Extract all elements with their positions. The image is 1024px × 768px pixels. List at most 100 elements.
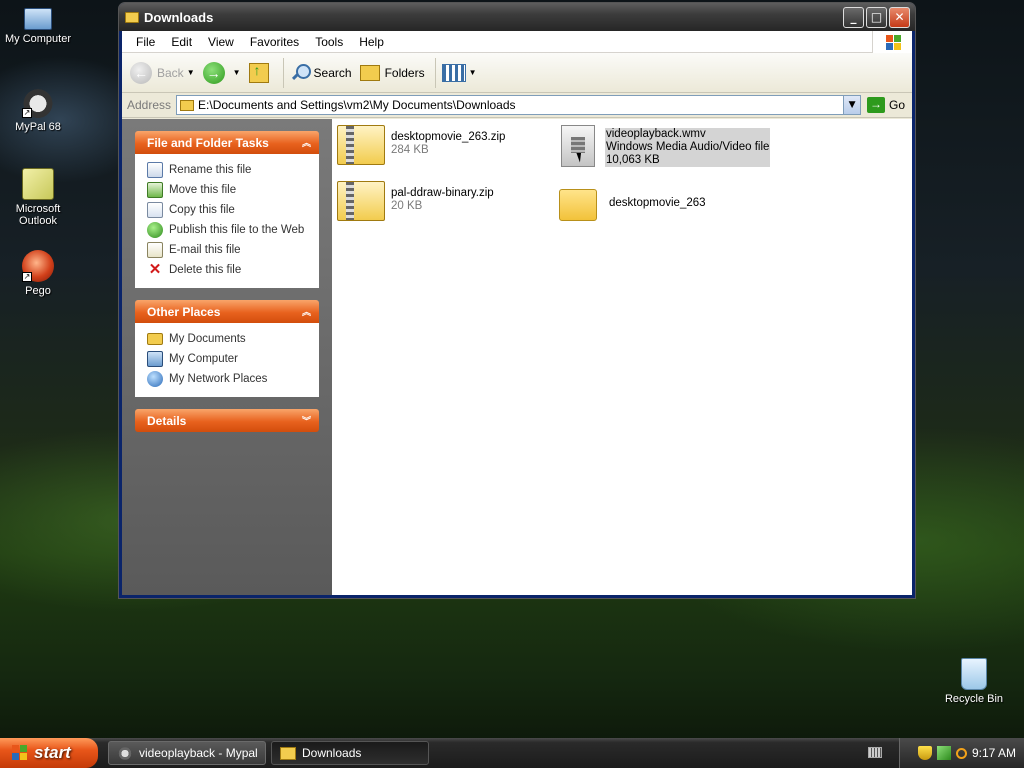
outlook-icon — [22, 168, 54, 200]
menu-help[interactable]: Help — [351, 35, 392, 49]
taskbar: start videoplayback - Mypal Downloads 9:… — [0, 738, 1024, 768]
go-button[interactable]: → Go — [867, 97, 905, 113]
place-my-computer[interactable]: My Computer — [147, 349, 319, 369]
folders-label: Folders — [384, 65, 425, 80]
details-header[interactable]: Details ︾ — [135, 409, 319, 432]
desktop-icon-outlook[interactable]: Microsoft Outlook — [0, 168, 76, 227]
folders-button[interactable]: Folders — [359, 64, 425, 81]
desktop-icon-my-computer[interactable]: My Computer — [0, 4, 76, 45]
start-label: start — [34, 743, 71, 762]
folder-up-icon — [248, 62, 269, 83]
search-button[interactable]: Search — [290, 63, 352, 83]
toolbar-divider — [434, 57, 436, 88]
back-button[interactable]: ← Back ▼ — [130, 61, 195, 84]
move-icon — [147, 182, 163, 198]
panel-title: File and Folder Tasks — [147, 135, 269, 150]
search-icon[interactable] — [955, 747, 967, 759]
video-file-icon — [561, 125, 595, 167]
panel-body: My Documents My Computer My Network Plac… — [135, 323, 319, 397]
other-places-header[interactable]: Other Places ︽ — [135, 300, 319, 323]
taskbar-button-mypal[interactable]: videoplayback - Mypal — [108, 741, 266, 765]
task-publish[interactable]: Publish this file to the Web — [147, 220, 319, 240]
place-label: My Documents — [169, 333, 246, 345]
desktop-icon-label: Recycle Bin — [944, 693, 1004, 705]
task-move[interactable]: Move this file — [147, 180, 319, 200]
desktop-icon-label: My Computer — [4, 33, 72, 45]
panel-title: Details — [147, 413, 187, 428]
clock[interactable]: 9:17 AM — [972, 746, 1016, 760]
collapse-chevron-icon[interactable]: ︽ — [302, 136, 311, 149]
file-item-selected[interactable]: videoplayback.wmv Windows Media Audio/Vi… — [557, 125, 771, 167]
forward-button[interactable]: → ▼ — [202, 61, 241, 84]
windows-logo-icon — [872, 31, 912, 53]
menu-edit[interactable]: Edit — [163, 35, 200, 49]
desktop-icon-mypal[interactable]: ↗ MyPal 68 — [0, 86, 76, 133]
taskbar-button-downloads[interactable]: Downloads — [271, 741, 429, 765]
network-icon — [147, 371, 163, 387]
minimize-button[interactable]: _ — [843, 6, 864, 28]
delete-icon: ✕ — [148, 261, 162, 278]
folder-name: desktopmovie_263 — [609, 197, 706, 209]
content-area: File and Folder Tasks ︽ Rename this file… — [122, 119, 912, 595]
title-bar[interactable]: Downloads _ □ ✕ — [119, 3, 915, 31]
chevron-down-icon[interactable]: ▼ — [469, 68, 477, 77]
panel-body: Rename this file Move this file Copy thi… — [135, 154, 319, 288]
start-button[interactable]: start — [0, 738, 98, 768]
file-size: 284 KB — [391, 144, 429, 156]
file-name: pal-ddraw-binary.zip — [391, 187, 494, 199]
menu-view[interactable]: View — [200, 35, 242, 49]
back-arrow-icon: ← — [130, 61, 152, 84]
maximize-button[interactable]: □ — [866, 6, 887, 28]
task-copy[interactable]: Copy this file — [147, 200, 319, 220]
panel-title: Other Places — [147, 304, 221, 319]
taskbar-button-label: Downloads — [302, 746, 362, 760]
task-pane: File and Folder Tasks ︽ Rename this file… — [122, 119, 332, 595]
desktop-icon-recycle-bin[interactable]: Recycle Bin — [936, 658, 1012, 705]
system-tray: 9:17 AM — [899, 738, 1024, 768]
menu-bar: File Edit View Favorites Tools Help — [122, 31, 912, 53]
folder-icon — [125, 11, 139, 23]
go-arrow-icon: → — [867, 97, 886, 113]
menu-file[interactable]: File — [128, 35, 163, 49]
chevron-down-icon[interactable]: ▼ — [233, 68, 241, 77]
menu-favorites[interactable]: Favorites — [242, 35, 307, 49]
file-tasks-header[interactable]: File and Folder Tasks ︽ — [135, 131, 319, 154]
file-item[interactable]: pal-ddraw-binary.zip 20 KB — [337, 181, 494, 221]
file-type: Windows Media Audio/Video file — [606, 141, 770, 153]
views-button[interactable]: ▼ — [441, 63, 477, 82]
menu-tools[interactable]: Tools — [307, 35, 351, 49]
collapse-chevron-icon[interactable]: ︽ — [302, 305, 311, 318]
network-icon[interactable] — [936, 746, 951, 760]
views-icon — [441, 63, 466, 82]
desktop-icon-pego[interactable]: ↗ Pego — [0, 250, 76, 297]
up-button[interactable] — [248, 62, 273, 83]
folder-icon — [147, 333, 163, 345]
toolbar: ← Back ▼ → ▼ Search Folders — [122, 53, 912, 93]
task-delete[interactable]: ✕ Delete this file — [147, 260, 319, 280]
toolbar-divider — [282, 57, 284, 88]
file-tasks-panel: File and Folder Tasks ︽ Rename this file… — [135, 131, 319, 288]
file-item[interactable]: desktopmovie_263.zip 284 KB — [337, 125, 505, 165]
shortcut-arrow-icon: ↗ — [22, 272, 32, 282]
keyboard-icon[interactable] — [868, 747, 882, 758]
chevron-down-icon[interactable]: ▼ — [843, 96, 861, 114]
shield-icon[interactable] — [917, 746, 932, 760]
file-name: desktopmovie_263.zip — [391, 131, 506, 143]
close-button[interactable]: ✕ — [889, 6, 910, 28]
folder-item[interactable]: desktopmovie_263 — [559, 183, 706, 221]
forward-arrow-icon: → — [202, 61, 225, 84]
windows-flag-icon — [12, 745, 28, 761]
place-label: My Computer — [169, 353, 239, 365]
folder-icon — [559, 189, 597, 221]
task-rename[interactable]: Rename this file — [147, 160, 319, 180]
task-email[interactable]: E-mail this file — [147, 240, 319, 260]
zip-file-icon — [337, 125, 385, 165]
address-input[interactable]: E:\Documents and Settings\vm2\My Documen… — [176, 95, 862, 115]
task-label: Publish this file to the Web — [169, 224, 305, 236]
expand-chevron-icon[interactable]: ︾ — [302, 414, 311, 427]
place-my-documents[interactable]: My Documents — [147, 329, 319, 349]
desktop-icon-label: Microsoft Outlook — [15, 203, 61, 227]
computer-icon — [24, 8, 52, 30]
chevron-down-icon[interactable]: ▼ — [187, 68, 195, 77]
place-my-network-places[interactable]: My Network Places — [147, 369, 319, 389]
